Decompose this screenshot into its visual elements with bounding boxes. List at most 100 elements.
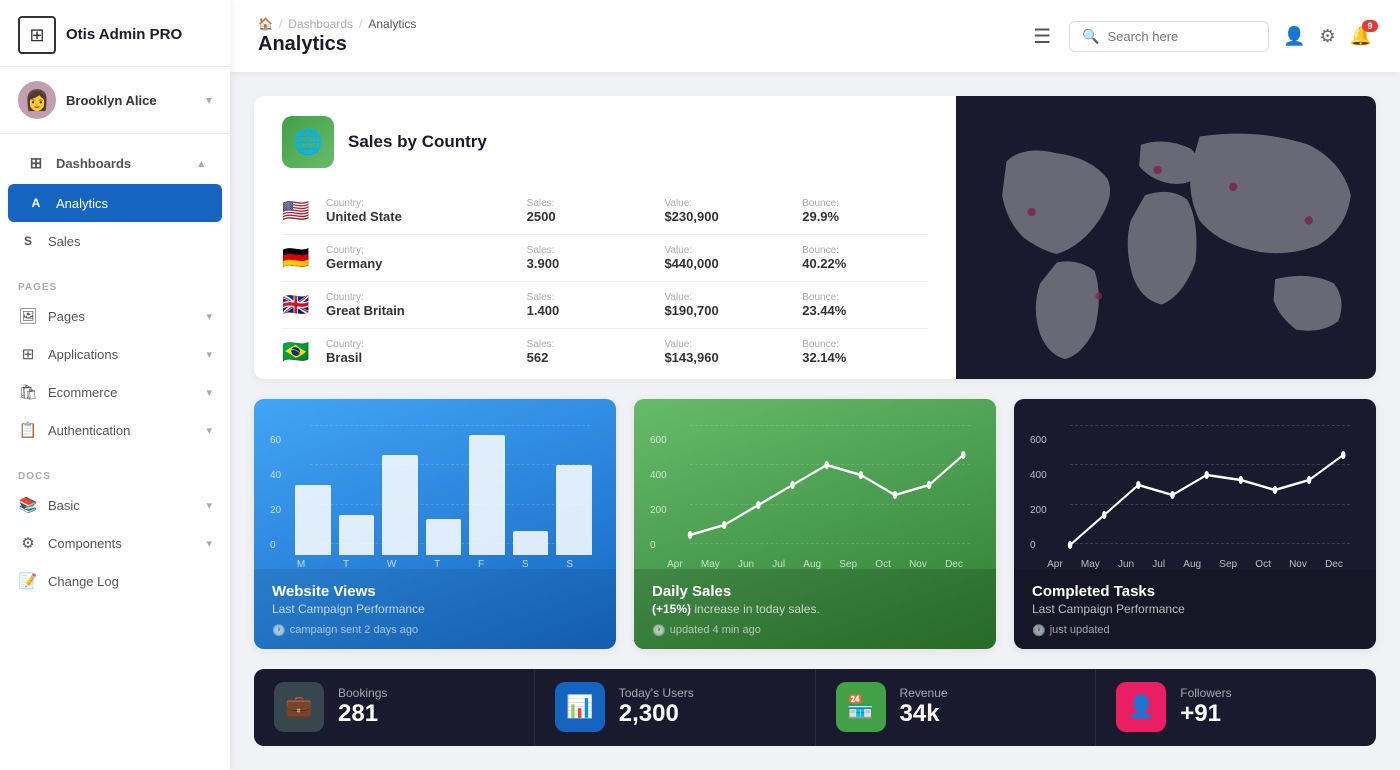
stat-info: Today's Users 2,300 [619, 686, 694, 728]
completed-tasks-card: 600 400 200 0 [1014, 399, 1376, 649]
sidebar-item-changelog[interactable]: 📝 Change Log [0, 562, 230, 600]
sidebar-item-label: Sales [48, 234, 212, 249]
chevron-down-icon: ▾ [206, 386, 212, 399]
website-views-card: 60 40 20 0 MTWTFSS Website Views Last Ca… [254, 399, 616, 649]
breadcrumb-current: Analytics [368, 17, 416, 31]
page-title: Analytics [258, 33, 1033, 56]
stat-value: 2,300 [619, 700, 694, 728]
chart-title: Daily Sales [652, 583, 978, 600]
sales-info: Sales: 3.900 [527, 245, 653, 271]
sidebar-item-dashboards[interactable]: ⊞ Dashboards ▴ [8, 144, 222, 182]
table-row: 🇬🇧 Country: Great Britain Sales: 1.400 V… [282, 282, 928, 329]
bar [426, 519, 462, 555]
grid-icon: ⊞ [26, 153, 46, 173]
completed-tasks-line [1053, 435, 1360, 555]
stat-info: Revenue 34k [900, 686, 948, 728]
sidebar-item-ecommerce[interactable]: 🛍 Ecommerce ▾ [0, 373, 230, 411]
daily-sales-info: Daily Sales (+15%) increase in today sal… [634, 569, 996, 649]
chart-footer: 🕐 campaign sent 2 days ago [272, 624, 598, 637]
pages-section: PAGES 🖼 Pages ▾ ⊞ Applications ▾ 🛍 Ecomm… [0, 268, 230, 457]
line-chart-area: 600 400 200 0 [634, 399, 996, 569]
chart-subtitle: (+15%) increase in today sales. [652, 602, 978, 616]
pages-section-label: PAGES [0, 276, 230, 297]
chevron-down-icon: ▾ [206, 537, 212, 550]
search-input[interactable] [1107, 29, 1256, 44]
chart-footer: 🕐 updated 4 min ago [652, 624, 978, 637]
sidebar-item-label: Change Log [48, 574, 212, 589]
value-info: Value: $143,960 [664, 339, 790, 365]
daily-sales-line [673, 435, 980, 555]
bar [339, 515, 375, 555]
bar-x-label: W [387, 559, 396, 570]
chart-footer: 🕐 just updated [1032, 624, 1358, 637]
country-flag: 🇧🇷 [282, 339, 314, 365]
charts-row: 60 40 20 0 MTWTFSS Website Views Last Ca… [254, 399, 1376, 649]
stat-info: Followers +91 [1180, 686, 1231, 728]
breadcrumb: 🏠 / Dashboards / Analytics [258, 17, 1033, 31]
website-views-info: Website Views Last Campaign Performance … [254, 569, 616, 649]
user-profile-icon[interactable]: 👤 [1283, 26, 1305, 47]
basic-icon: 📚 [18, 495, 38, 515]
breadcrumb-sep: / [359, 17, 362, 31]
stat-label: Today's Users [619, 686, 694, 700]
avatar: 👩 [18, 81, 56, 119]
header-left: 🏠 / Dashboards / Analytics Analytics [258, 17, 1033, 56]
auth-icon: 📋 [18, 420, 38, 440]
value-info: Value: $190,700 [664, 292, 790, 318]
sidebar-item-pages[interactable]: 🖼 Pages ▾ [0, 297, 230, 335]
sidebar-item-applications[interactable]: ⊞ Applications ▾ [0, 335, 230, 373]
sales-by-country-card: 🌐 Sales by Country 🇺🇸 Country: United St… [254, 96, 1376, 379]
components-icon: ⚙ [18, 533, 38, 553]
bounce-info: Bounce: 40.22% [802, 245, 928, 271]
logo-text: Otis Admin PRO [66, 26, 182, 44]
bar-x-label: S [566, 559, 573, 570]
chart-title: Website Views [272, 583, 598, 600]
bar-x-label: T [434, 559, 440, 570]
breadcrumb-dashboards[interactable]: Dashboards [288, 17, 353, 31]
bar [295, 485, 331, 555]
stat-label: Revenue [900, 686, 948, 700]
docs-section: DOCS 📚 Basic ▾ ⚙ Components ▾ 📝 Change L… [0, 457, 230, 608]
chevron-down-icon: ▾ [206, 348, 212, 361]
hamburger-icon[interactable]: ☰ [1033, 24, 1051, 49]
sidebar-item-basic[interactable]: 📚 Basic ▾ [0, 486, 230, 524]
header-right: 🔍 👤 ⚙ 🔔 9 [1069, 21, 1372, 52]
notification-bell[interactable]: 🔔 9 [1350, 26, 1372, 47]
stat-value: 281 [338, 700, 387, 728]
sidebar-logo: ⊞ Otis Admin PRO [0, 0, 230, 67]
sidebar-item-components[interactable]: ⚙ Components ▾ [0, 524, 230, 562]
chart-title: Completed Tasks [1032, 583, 1358, 600]
chart-subtitle: Last Campaign Performance [272, 602, 598, 616]
sidebar-user[interactable]: 👩 Brooklyn Alice ▾ [0, 67, 230, 134]
search-box[interactable]: 🔍 [1069, 21, 1269, 52]
breadcrumb-sep: / [279, 17, 282, 31]
daily-sales-card: 600 400 200 0 [634, 399, 996, 649]
sales-info: Sales: 562 [527, 339, 653, 365]
stat-label: Bookings [338, 686, 387, 700]
stat-info: Bookings 281 [338, 686, 387, 728]
main-content: 🏠 / Dashboards / Analytics Analytics ☰ 🔍… [230, 0, 1400, 770]
sidebar-item-label: Authentication [48, 423, 196, 438]
logo-icon: ⊞ [18, 16, 56, 54]
highlight-text: (+15%) [652, 602, 691, 616]
search-icon: 🔍 [1082, 28, 1099, 45]
sidebar-item-sales[interactable]: S Sales [0, 222, 230, 260]
chevron-down-icon: ▾ [206, 424, 212, 437]
bar-x-label: T [343, 559, 349, 570]
stat-icon: 💼 [274, 682, 324, 732]
table-row: 🇺🇸 Country: United State Sales: 2500 Val… [282, 188, 928, 235]
stat-icon: 🏪 [836, 682, 886, 732]
chevron-down-icon: ▾ [206, 93, 212, 107]
stat-item: 📊 Today's Users 2,300 [535, 669, 816, 746]
sidebar-item-analytics[interactable]: A Analytics [8, 184, 222, 222]
sidebar-item-label: Pages [48, 309, 196, 324]
chevron-down-icon: ▾ [206, 499, 212, 512]
home-icon: 🏠 [258, 17, 273, 31]
settings-icon[interactable]: ⚙ [1319, 26, 1335, 47]
sidebar-item-authentication[interactable]: 📋 Authentication ▾ [0, 411, 230, 449]
country-info: Country: Great Britain [326, 292, 515, 318]
stat-icon: 📊 [555, 682, 605, 732]
world-map-svg [956, 96, 1376, 379]
chevron-down-icon: ▾ [206, 310, 212, 323]
bar-x-label: F [478, 559, 484, 570]
